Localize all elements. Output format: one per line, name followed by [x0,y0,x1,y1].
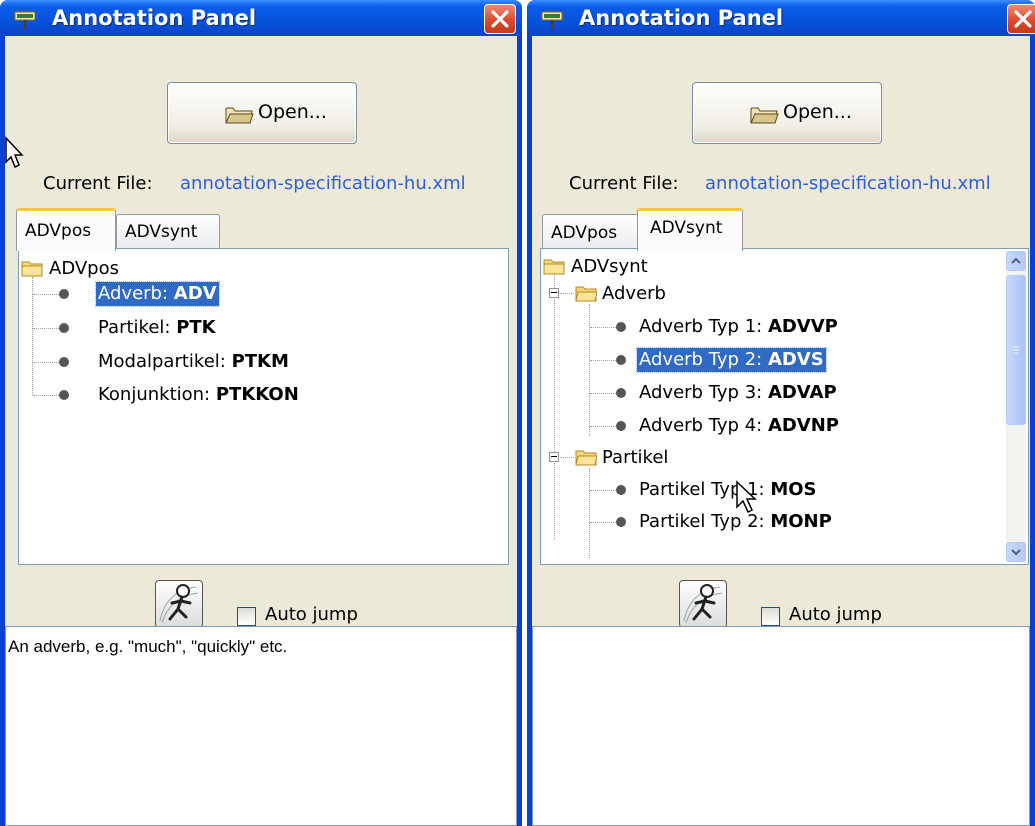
tree-item-adverb-typ-1[interactable]: Adverb Typ 1: ADVVP [639,315,838,339]
tree-root-node[interactable]: ADVsynt [571,255,648,279]
leaf-bullet-icon [59,323,69,333]
leaf-bullet-icon [59,390,69,400]
collapse-toggle-icon[interactable] [549,288,559,298]
mouse-pointer-icon [736,480,757,514]
description-area [532,626,1030,826]
open-button-label: Open... [258,101,327,123]
annotation-panel-window-right: Annotation Panel Open... Current File: a… [527,0,1035,826]
jump-button[interactable] [155,580,203,628]
tab-advpos[interactable]: ADVpos [542,214,640,250]
tag-tree[interactable]: ADVsynt Adverb Adverb Typ 1: ADVVP Adver… [540,248,1029,565]
leaf-bullet-icon [616,388,626,398]
leaf-bullet-icon [616,322,626,332]
mouse-pointer-icon [5,136,24,169]
tab-advsynt[interactable]: ADVsynt [116,214,220,250]
window-title: Annotation Panel [52,6,257,30]
current-file-label: Current File: [569,173,679,194]
close-button[interactable] [484,4,516,34]
annotation-panel-window-left: Annotation Panel Open... Current File: a… [0,0,522,826]
running-figure-icon [159,584,199,624]
tree-item-modalpartikel[interactable]: Modalpartikel: PTKM [98,350,289,374]
title-bar[interactable]: Annotation Panel [527,0,1035,36]
tree-item-partikel[interactable]: Partikel: PTK [98,316,216,340]
tag-tree[interactable]: ADVpos Adverb: ADV Partikel: PTK Modalpa… [18,248,509,565]
open-button-label: Open... [783,101,852,123]
chevron-down-icon [1011,549,1021,556]
folder-icon [21,261,43,277]
close-button[interactable] [1007,4,1035,34]
description-area: An adverb, e.g. "much", "quickly" etc. [5,626,517,826]
auto-jump-label: Auto jump [265,604,358,625]
tree-item-konjunktion[interactable]: Konjunktion: PTKKON [98,383,299,407]
close-icon [491,10,509,28]
leaf-bullet-icon [616,421,626,431]
leaf-bullet-icon [59,289,69,299]
folder-icon [575,450,597,466]
tab-advsynt[interactable]: ADVsynt [637,208,743,251]
open-folder-icon [750,107,779,124]
scroll-thumb[interactable] [1006,275,1026,425]
tree-item-adverb[interactable]: Adverb: ADV [95,281,220,307]
auto-jump-checkbox[interactable] [237,607,256,626]
panel-body: Open... Current File: annotation-specifi… [532,36,1030,826]
tree-root-node[interactable]: ADVpos [49,257,119,281]
title-bar[interactable]: Annotation Panel [0,0,522,36]
tree-item-adverb-typ-4[interactable]: Adverb Typ 4: ADVNP [639,414,839,438]
tree-group-adverb[interactable]: Adverb [602,282,666,306]
leaf-bullet-icon [616,485,626,495]
open-button[interactable]: Open... [167,82,357,144]
tab-label: ADVpos [25,221,92,241]
tree-item-partikel-typ-1[interactable]: Partikel Typ 1: MOS [639,478,817,502]
folder-icon [575,286,597,302]
scroll-up-button[interactable] [1006,251,1026,271]
auto-jump-checkbox[interactable] [761,607,780,626]
grip-icon [1013,346,1019,354]
leaf-bullet-icon [59,357,69,367]
jump-button[interactable] [679,580,727,628]
running-figure-icon [683,584,723,624]
current-file-value: annotation-specification-hu.xml [705,173,991,194]
current-file-label: Current File: [43,173,153,194]
leaf-bullet-icon [616,517,626,527]
scroll-down-button[interactable] [1006,542,1026,562]
window-title: Annotation Panel [579,6,784,30]
leaf-bullet-icon [616,355,626,365]
current-file-value: annotation-specification-hu.xml [180,173,466,194]
chevron-up-icon [1011,257,1021,264]
tab-advpos[interactable]: ADVpos [16,208,116,251]
description-text: An adverb, e.g. "much", "quickly" etc. [8,637,288,656]
folder-icon [543,259,565,275]
tree-scrollbar[interactable] [1006,251,1026,562]
tree-group-partikel[interactable]: Partikel [602,446,668,470]
annotation-app-icon [14,11,36,29]
tab-label: ADVsynt [650,218,723,238]
open-folder-icon [225,107,254,124]
tab-label: ADVsynt [125,222,198,242]
auto-jump-label: Auto jump [789,604,882,625]
open-button[interactable]: Open... [692,82,882,144]
close-icon [1014,10,1032,28]
tab-label: ADVpos [551,223,618,243]
panel-body: Open... Current File: annotation-specifi… [5,36,517,826]
tree-item-adverb-typ-2[interactable]: Adverb Typ 2: ADVS [636,347,827,373]
annotation-app-icon [541,11,563,29]
tree-item-adverb-typ-3[interactable]: Adverb Typ 3: ADVAP [639,381,837,405]
collapse-toggle-icon[interactable] [549,452,559,462]
